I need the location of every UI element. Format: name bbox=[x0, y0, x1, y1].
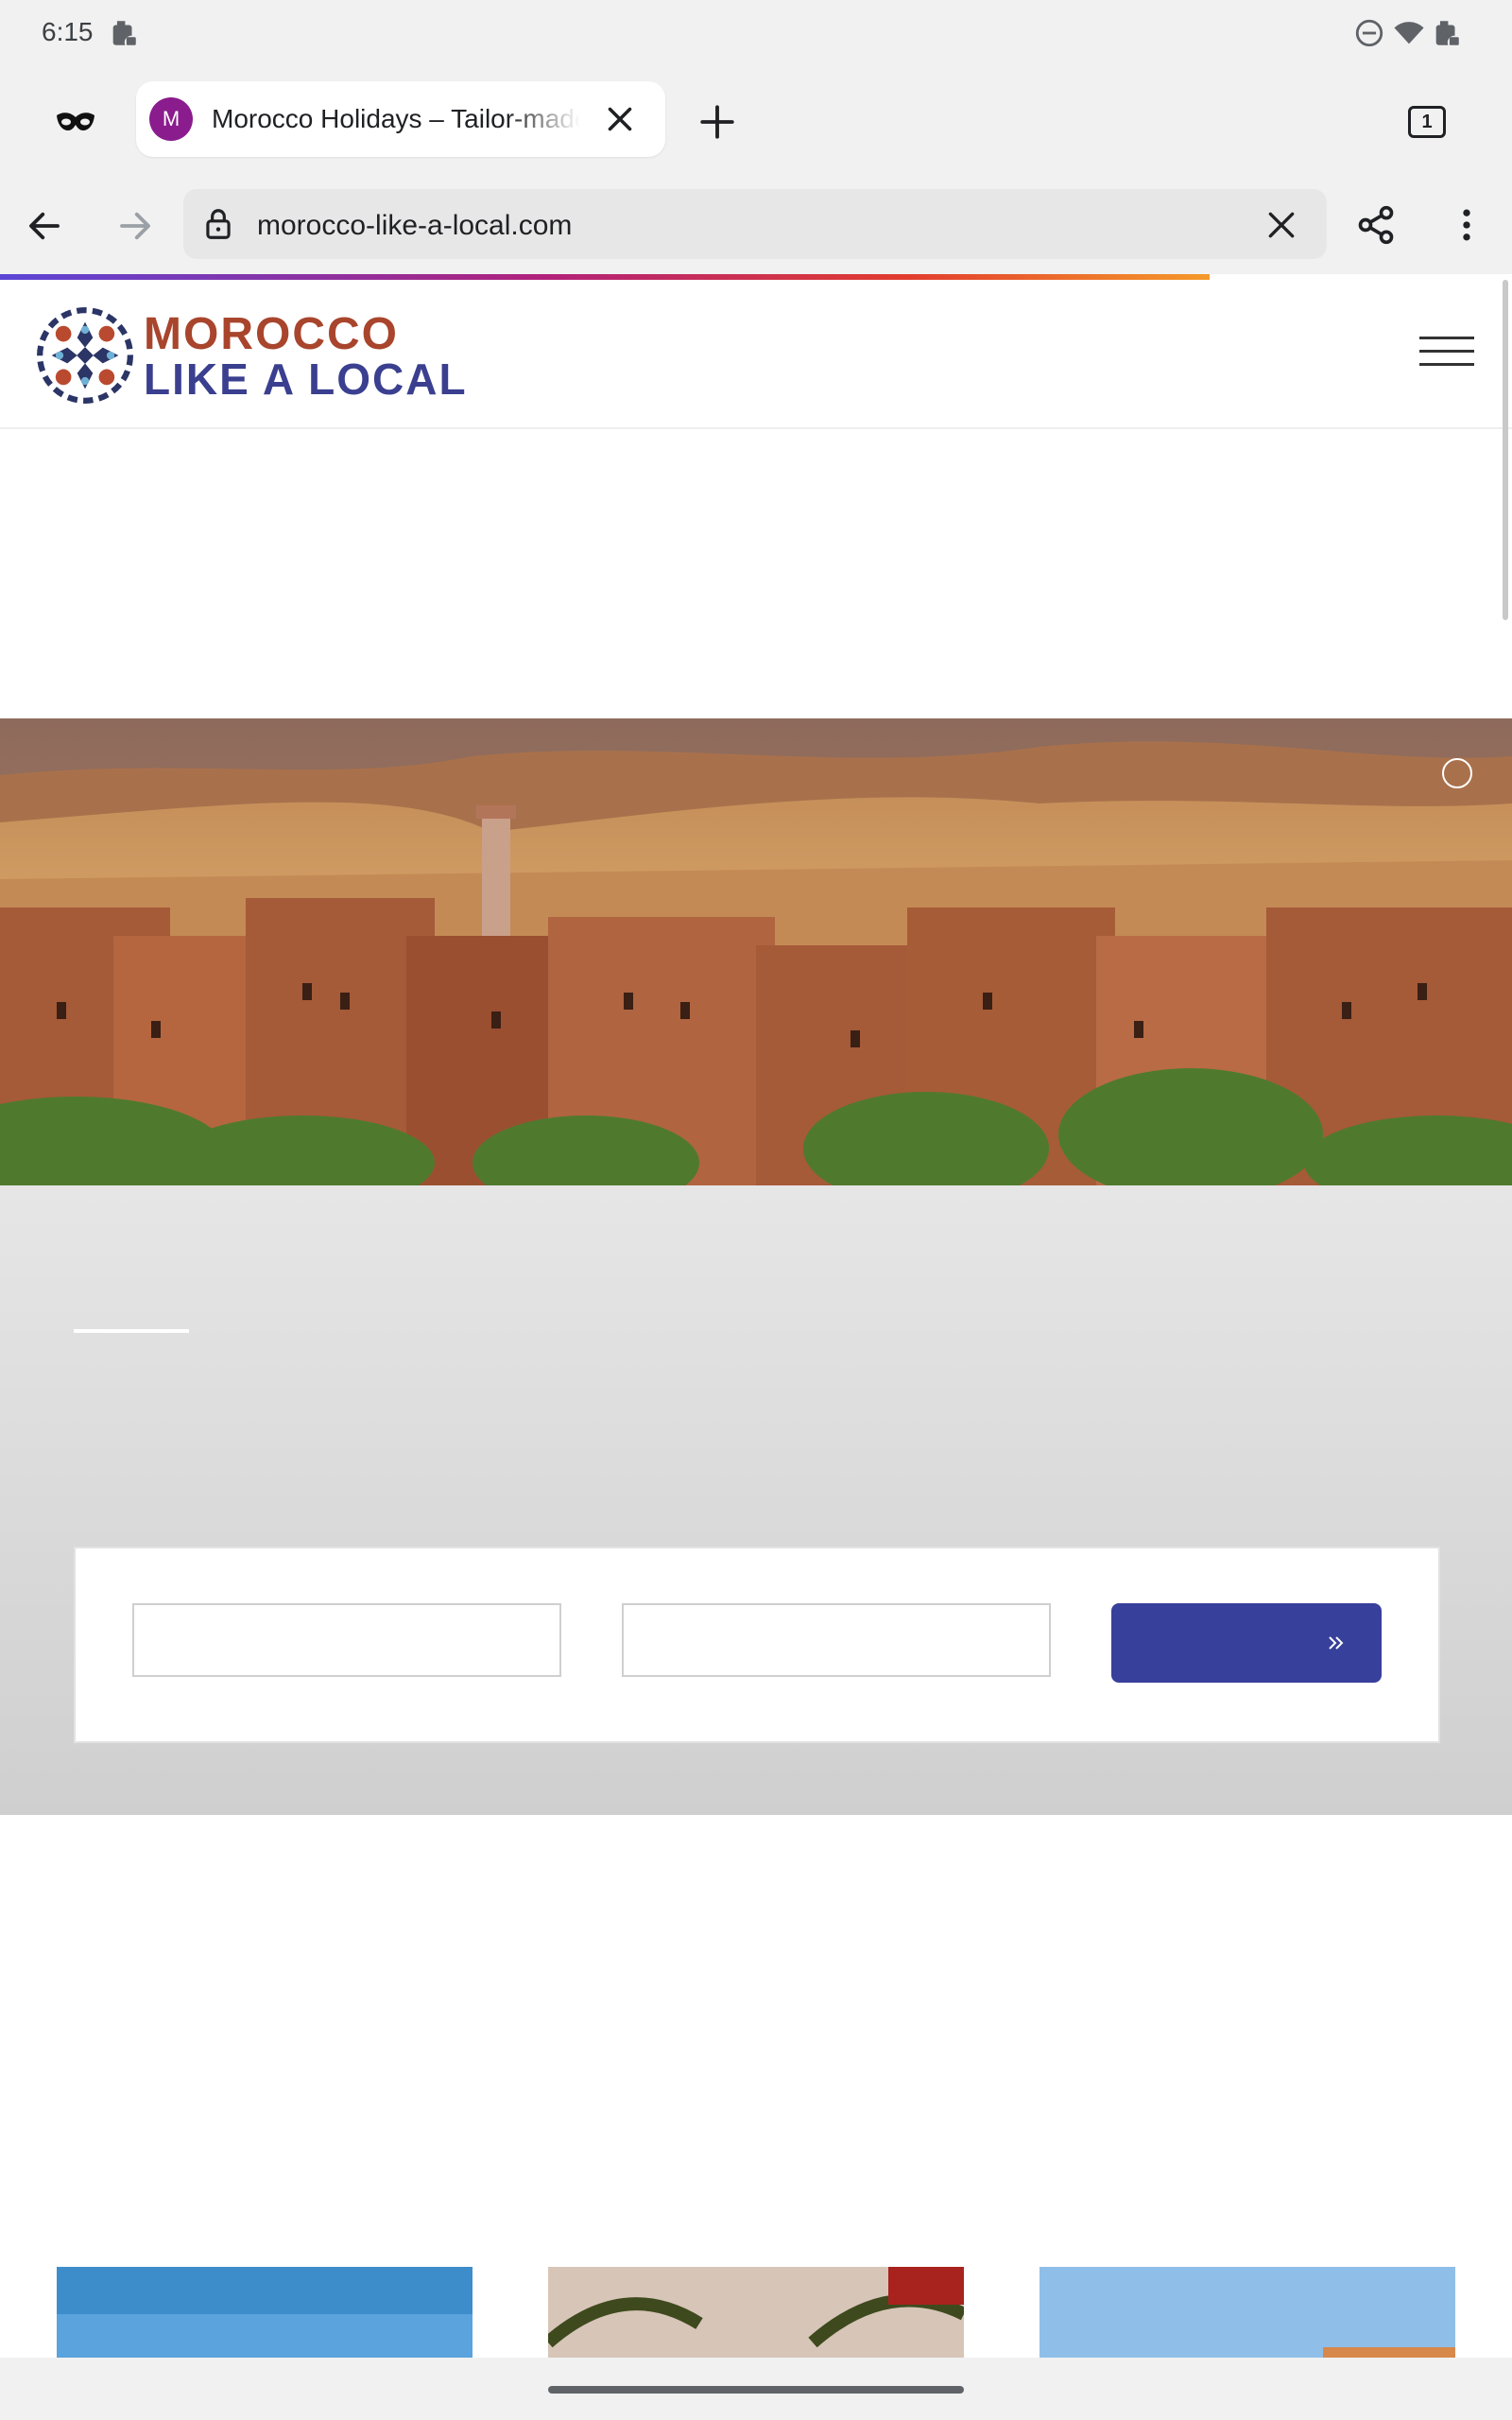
wifi-icon bbox=[1394, 22, 1424, 44]
hamburger-menu-icon[interactable] bbox=[1419, 333, 1474, 371]
site-header: MOROCCO LIKE A LOCAL bbox=[0, 280, 1512, 429]
work-profile-icon bbox=[112, 21, 136, 45]
url-text[interactable]: morocco-like-a-local.com bbox=[257, 210, 572, 242]
tab-favicon: M bbox=[149, 97, 193, 141]
back-arrow-icon[interactable] bbox=[25, 206, 64, 246]
card-image-3[interactable] bbox=[1040, 2267, 1455, 2361]
logo-mosaic-icon[interactable] bbox=[36, 306, 134, 405]
card-image-1[interactable] bbox=[57, 2267, 472, 2361]
new-tab-icon[interactable] bbox=[697, 102, 737, 142]
incognito-icon[interactable] bbox=[55, 108, 96, 138]
gesture-handle[interactable] bbox=[548, 2386, 964, 2394]
scrollbar[interactable] bbox=[1503, 280, 1508, 620]
do-not-disturb-icon bbox=[1355, 19, 1383, 47]
search-field-1[interactable] bbox=[132, 1603, 561, 1677]
double-chevron-right-icon bbox=[1329, 1636, 1344, 1650]
tab-switcher-button[interactable]: 1 bbox=[1408, 106, 1446, 138]
lock-icon[interactable] bbox=[200, 206, 236, 242]
card-image-2[interactable] bbox=[548, 2267, 964, 2361]
logo-text-morocco[interactable]: MOROCCO bbox=[144, 308, 399, 360]
status-bar: 6:15 bbox=[0, 0, 1512, 72]
battery-work-icon bbox=[1435, 21, 1459, 45]
status-time: 6:15 bbox=[42, 17, 94, 46]
system-navigation-bar bbox=[0, 2358, 1512, 2420]
clear-url-icon[interactable] bbox=[1263, 206, 1300, 244]
search-field-2[interactable] bbox=[622, 1603, 1051, 1677]
close-tab-icon[interactable] bbox=[603, 102, 637, 136]
hero-image bbox=[0, 718, 1512, 1185]
active-tab[interactable]: M Morocco Holidays – Tailor-made bbox=[136, 81, 665, 157]
tab-title: Morocco Holidays – Tailor-made bbox=[212, 104, 580, 133]
forward-arrow-icon[interactable] bbox=[115, 206, 155, 246]
search-button[interactable] bbox=[1111, 1603, 1382, 1683]
tab-strip: M Morocco Holidays – Tailor-made 1 bbox=[0, 72, 1512, 176]
address-bar[interactable]: morocco-like-a-local.com bbox=[183, 189, 1327, 259]
search-section bbox=[0, 1185, 1512, 1815]
overflow-menu-icon[interactable] bbox=[1446, 204, 1487, 246]
title-underline bbox=[74, 1329, 189, 1333]
search-panel bbox=[74, 1547, 1440, 1743]
browser-toolbar: morocco-like-a-local.com bbox=[0, 176, 1512, 274]
logo-text-like-a-local[interactable]: LIKE A LOCAL bbox=[144, 354, 468, 405]
share-icon[interactable] bbox=[1355, 204, 1397, 246]
